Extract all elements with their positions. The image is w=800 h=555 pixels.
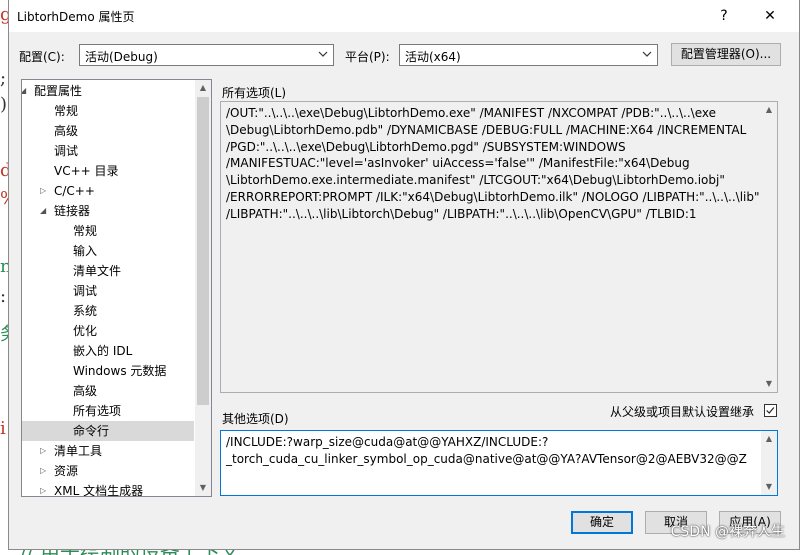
tree-item-label: C/C++	[54, 184, 95, 198]
title-bar: LibtorhDemo 属性页 ? ✕	[9, 0, 799, 32]
tree-item[interactable]: 优化	[22, 321, 194, 341]
watermark: CSDN @裸奔人生	[670, 524, 785, 540]
scroll-down-icon[interactable]: ▼	[761, 376, 777, 392]
all-options-text: /OUT:"..\..\..\exe\Debug\LibtorhDemo.exe…	[226, 105, 760, 223]
all-options-line: /OUT:"..\..\..\exe\Debug\LibtorhDemo.exe…	[226, 106, 717, 120]
tree-item-label: 链接器	[54, 204, 91, 218]
platform-value: 活动(x64)	[405, 50, 461, 64]
tree-item-label: Windows 元数据	[73, 364, 167, 378]
tree-item-label: 调试	[54, 144, 79, 158]
tree-item[interactable]: 高级	[22, 121, 194, 141]
tree-item-label: 高级	[73, 384, 98, 398]
scroll-up-icon[interactable]: ▲	[761, 431, 777, 447]
tree-item[interactable]: ◢ 链接器	[22, 201, 194, 221]
bg-fragment: )	[0, 94, 8, 115]
tree-item[interactable]: 调试	[22, 141, 194, 161]
bg-fragment: i	[0, 418, 6, 439]
all-options-line: /MANIFESTUAC:"level='asInvoker' uiAccess…	[226, 156, 690, 171]
tree-scrollbar[interactable]: ▲ ▼	[195, 80, 211, 496]
tree-item[interactable]: 系统	[22, 301, 194, 321]
scroll-down-icon[interactable]: ▼	[195, 480, 211, 496]
tree-item-label: 常规	[73, 224, 98, 238]
tree-item[interactable]: 所有选项	[22, 401, 194, 421]
all-options-textbox[interactable]: /OUT:"..\..\..\exe\Debug\LibtorhDemo.exe…	[220, 101, 778, 393]
tree-item[interactable]: 常规	[22, 101, 194, 121]
tree-item[interactable]: 调试	[22, 281, 194, 301]
configuration-manager-button[interactable]: 配置管理器(O)...	[671, 43, 781, 66]
tree-item[interactable]: 常规	[22, 221, 194, 241]
tree-item-label: XML 文档生成器	[54, 484, 144, 497]
collapsed-arrow-icon[interactable]: ▷	[40, 466, 50, 476]
inherit-label: 从父级或项目默认设置继承	[610, 405, 755, 419]
bg-fragment: :	[0, 286, 7, 307]
tree-item-label: 系统	[73, 304, 98, 318]
all-options-line: \Debug\LibtorhDemo.pdb" /DYNAMICBASE /DE…	[226, 122, 747, 137]
tree-item[interactable]: 清单文件	[22, 261, 194, 281]
collapsed-arrow-icon[interactable]: ▷	[40, 446, 50, 456]
tree-item[interactable]: VC++ 目录	[22, 161, 194, 181]
scroll-down-icon[interactable]: ▼	[761, 479, 777, 495]
configuration-label: 配置(C):	[19, 50, 65, 64]
tree-item[interactable]: 命令行	[22, 421, 194, 441]
other-options-line: _torch_cuda_cu_linker_symbol_op_cuda@nat…	[226, 451, 747, 466]
all-options-line: \LibtorhDemo.exe.intermediate.manifest" …	[226, 173, 725, 188]
tree-item-label: 调试	[73, 284, 98, 298]
tree-item-label: 常规	[54, 104, 79, 118]
expanded-arrow-icon[interactable]: ◢	[40, 206, 50, 216]
tree-item-label: 清单工具	[54, 444, 103, 458]
tree-scroll-thumb[interactable]	[197, 97, 209, 405]
tree-item-label: 优化	[73, 324, 98, 338]
tree-item-label: 高级	[54, 124, 79, 138]
all-options-scrollbar[interactable]: ▲ ▼	[761, 102, 777, 392]
property-pages-dialog: LibtorhDemo 属性页 ? ✕ 配置(C): 活动(Debug) 平台(…	[8, 0, 800, 550]
platform-label: 平台(P):	[345, 50, 390, 64]
tree-item-label: 配置属性	[34, 84, 83, 98]
tree-item[interactable]: 输入	[22, 241, 194, 261]
tree-item[interactable]: ▷ XML 文档生成器	[22, 481, 194, 497]
all-options-line: /ERRORREPORT:PROMPT /ILK:"x64\Debug\Libt…	[226, 189, 760, 204]
close-button[interactable]: ✕	[755, 4, 785, 28]
collapsed-arrow-icon[interactable]: ▷	[40, 486, 50, 496]
collapsed-arrow-icon[interactable]: ▷	[40, 186, 50, 196]
tree-item-label: 输入	[73, 244, 98, 258]
tree-item-label: 清单文件	[73, 264, 122, 278]
tree-item[interactable]: ◢ 配置属性	[22, 81, 194, 101]
tree-item[interactable]: ▷ C/C++	[22, 181, 194, 201]
ok-button[interactable]: 确定	[571, 511, 633, 534]
all-options-line: /PGD:"..\..\..\exe\Debug\LibtorhDemo.pgd…	[226, 139, 626, 154]
inherit-checkbox[interactable]	[764, 404, 777, 417]
checkmark-icon	[766, 407, 775, 414]
other-options-input[interactable]: /INCLUDE:?warp_size@cuda@at@@YAHXZ/INCLU…	[220, 430, 778, 496]
tree-item[interactable]: ▷ 资源	[22, 461, 194, 481]
other-options-scrollbar[interactable]: ▲ ▼	[761, 431, 777, 495]
all-options-label: 所有选项(L)	[222, 86, 287, 100]
tree-item-label: 命令行	[73, 424, 110, 438]
other-options-line: /INCLUDE:?warp_size@cuda@at@@YAHXZ/INCLU…	[226, 435, 549, 449]
scroll-up-icon[interactable]: ▲	[195, 80, 211, 96]
configuration-value: 活动(Debug)	[85, 50, 158, 64]
tree-item-label: 资源	[54, 464, 79, 478]
chevron-down-icon	[642, 51, 652, 57]
all-options-line: /LIBPATH:"..\..\..\lib\Libtorch\Debug" /…	[226, 206, 697, 221]
configuration-select[interactable]: 活动(Debug)	[79, 44, 334, 66]
expanded-arrow-icon[interactable]: ◢	[22, 86, 30, 96]
help-button[interactable]: ?	[709, 4, 739, 28]
tree-item[interactable]: Windows 元数据	[22, 361, 194, 381]
tree-item[interactable]: ▷ 清单工具	[22, 441, 194, 461]
tree-item-label: VC++ 目录	[54, 164, 119, 178]
platform-select[interactable]: 活动(x64)	[399, 44, 658, 66]
chevron-down-icon	[318, 51, 328, 57]
tree-item[interactable]: 嵌入的 IDL	[22, 341, 194, 361]
tree-item-label: 嵌入的 IDL	[73, 344, 133, 358]
scroll-up-icon[interactable]: ▲	[761, 102, 777, 118]
other-options-label: 其他选项(D)	[222, 412, 289, 426]
property-tree: ◢配置属性常规高级调试VC++ 目录▷C/C++◢链接器常规输入清单文件调试系统…	[21, 79, 212, 497]
tree-item-label: 所有选项	[73, 404, 122, 418]
tree-item[interactable]: 高级	[22, 381, 194, 401]
other-options-text: /INCLUDE:?warp_size@cuda@at@@YAHXZ/INCLU…	[226, 434, 747, 468]
bg-fragment: ;	[0, 68, 7, 89]
window-title: LibtorhDemo 属性页	[17, 10, 135, 24]
